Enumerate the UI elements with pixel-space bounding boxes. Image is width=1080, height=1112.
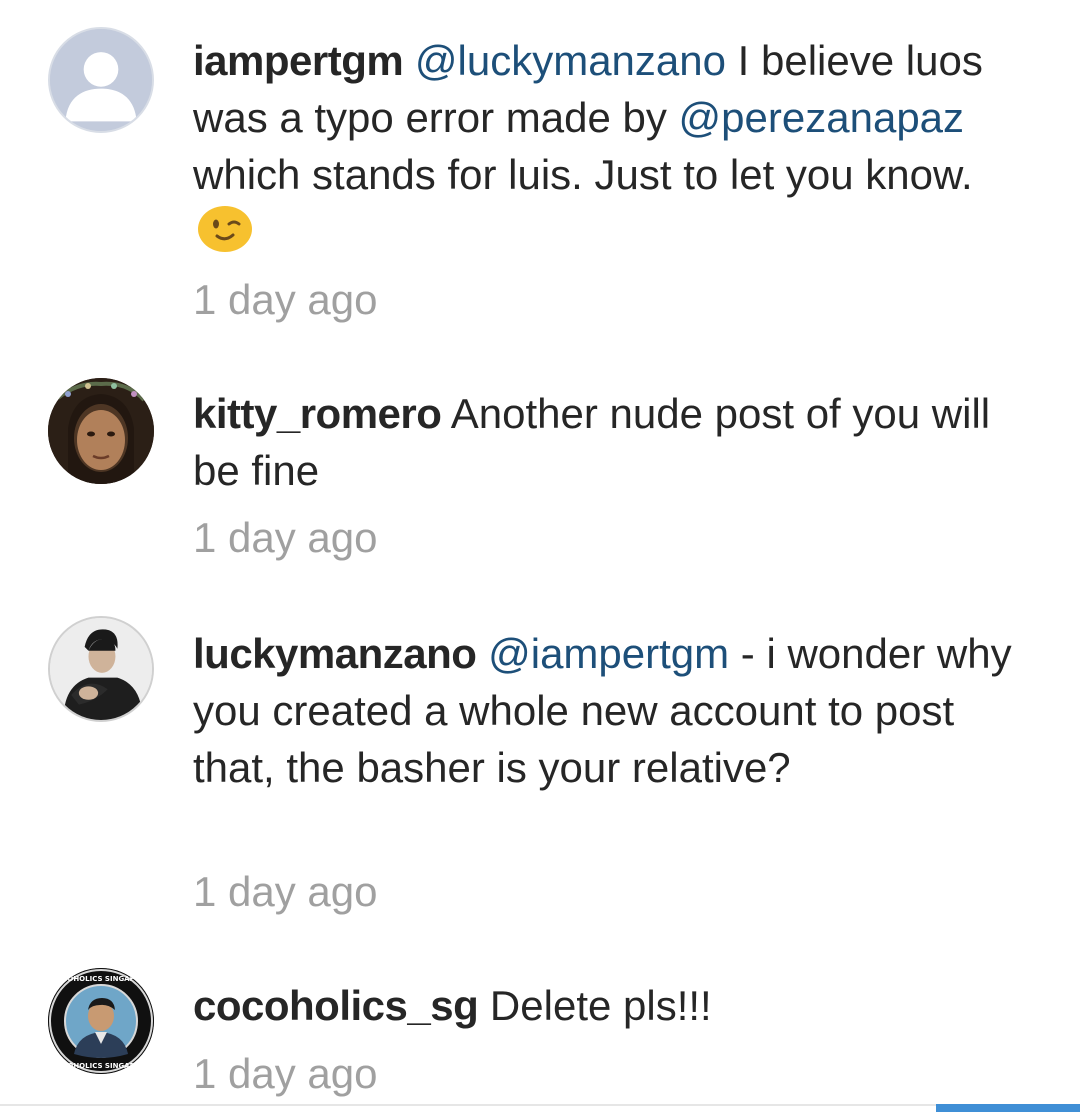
- comment-text: iampertgm @luckymanzano I believe luos w…: [193, 32, 1023, 260]
- avatar[interactable]: [48, 378, 154, 484]
- mention-link[interactable]: @perezanapaz: [679, 94, 965, 141]
- mention-link[interactable]: @iampertgm: [488, 630, 729, 677]
- divider: [0, 1104, 1080, 1106]
- winking-face-emoji: [197, 204, 253, 252]
- comment-timestamp: 1 day ago: [193, 276, 378, 323]
- profile-photo-cocoholics: COCOHOLICS SINGAPORE COCOHOLICS SINGAPOR…: [48, 968, 154, 1074]
- comment-text: cocoholics_sg Delete pls!!!: [193, 977, 1023, 1034]
- comment-username[interactable]: cocoholics_sg: [193, 982, 479, 1029]
- comment-username[interactable]: luckymanzano: [193, 630, 477, 677]
- comment-username[interactable]: iampertgm: [193, 37, 404, 84]
- comment-username[interactable]: kitty_romero: [193, 390, 442, 437]
- profile-photo-girl: [48, 378, 154, 484]
- mention-link[interactable]: @luckymanzano: [415, 37, 726, 84]
- scrollbar[interactable]: [936, 1104, 1080, 1112]
- svg-text:COCOHOLICS SINGAPORE: COCOHOLICS SINGAPORE: [51, 975, 151, 983]
- comment-text: luckymanzano @iampertgm - i wonder why y…: [193, 625, 1023, 796]
- profile-photo-man: [50, 618, 152, 720]
- comment-timestamp: 1 day ago: [193, 868, 378, 915]
- comment-timestamp: 1 day ago: [193, 514, 378, 561]
- comment-text: kitty_romero Another nude post of you wi…: [193, 385, 1023, 499]
- svg-text:COCOHOLICS SINGAPORE: COCOHOLICS SINGAPORE: [51, 1062, 151, 1070]
- avatar[interactable]: COCOHOLICS SINGAPORE COCOHOLICS SINGAPOR…: [48, 968, 154, 1074]
- default-user-icon: [50, 29, 152, 131]
- comment-body: Delete pls!!!: [478, 982, 712, 1029]
- comment-timestamp: 1 day ago: [193, 1050, 378, 1097]
- avatar[interactable]: [48, 27, 154, 133]
- comment-body: which stands for luis. Just to let you k…: [193, 151, 973, 198]
- avatar[interactable]: [48, 616, 154, 722]
